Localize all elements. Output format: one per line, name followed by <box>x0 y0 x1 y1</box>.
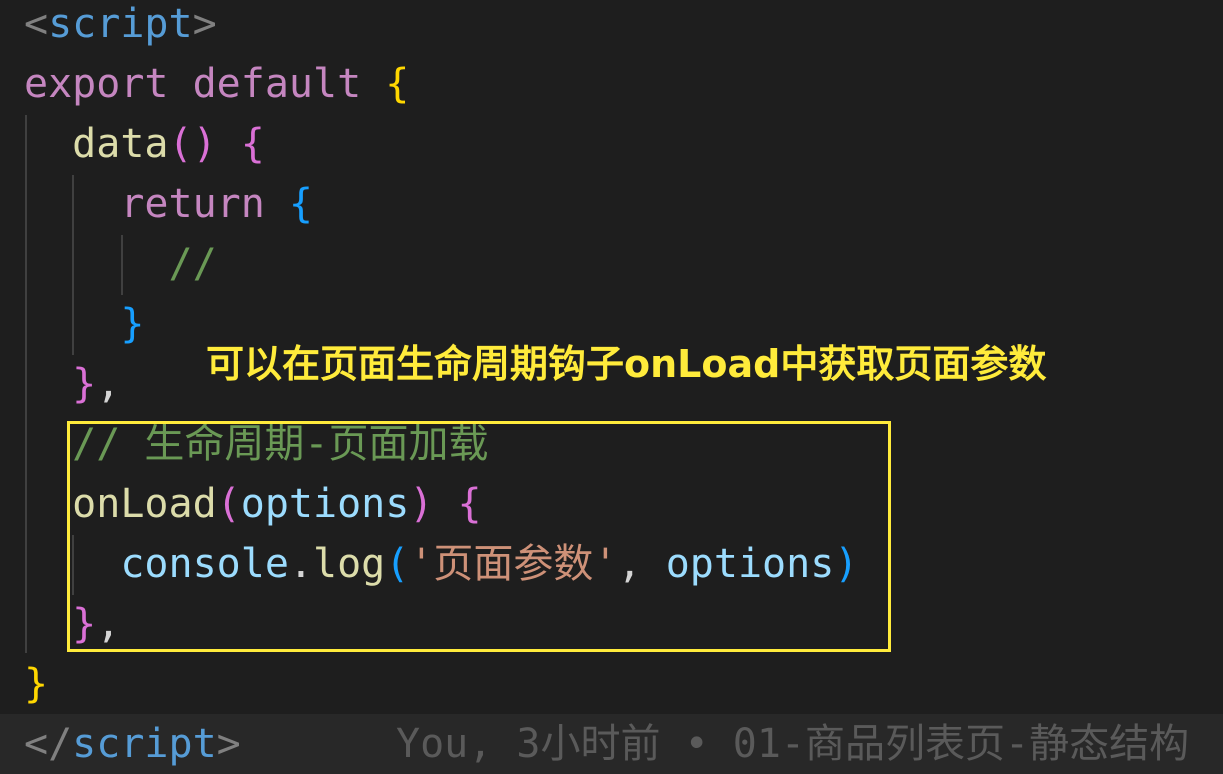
tag-bracket: < <box>24 1 49 47</box>
tag-name: script <box>72 721 217 767</box>
code-line[interactable]: <script> <box>24 0 217 54</box>
code-line-current[interactable]: </script> You, 3小时前 • 01-商品列表页-静态结构 <box>0 714 1223 774</box>
tag-bracket: > <box>192 1 217 47</box>
keyword: export <box>24 61 169 107</box>
tag-bracket: </ <box>24 721 73 767</box>
annotation-label: 可以在页面生命周期钩子onLoad中获取页面参数 <box>206 342 1047 386</box>
keyword: return <box>120 181 265 227</box>
highlight-box <box>67 421 891 652</box>
brace: } <box>24 661 49 707</box>
code-line[interactable]: } <box>24 294 144 354</box>
code-editor[interactable]: <script> export default { data() { retur… <box>0 0 1223 774</box>
brace: { <box>240 121 265 167</box>
tag-bracket: > <box>216 721 241 767</box>
brace: } <box>72 361 97 407</box>
comma: , <box>96 361 121 407</box>
brace: { <box>288 181 314 227</box>
code-line[interactable]: // <box>24 234 217 294</box>
code-line[interactable]: } <box>24 654 48 714</box>
keyword: default <box>192 61 362 107</box>
paren: () <box>168 121 217 167</box>
brace: { <box>385 61 410 107</box>
git-blame-annotation: You, 3小时前 • 01-商品列表页-静态结构 <box>396 721 1190 767</box>
function-name: data <box>72 121 169 167</box>
brace: } <box>120 301 145 347</box>
code-line[interactable]: export default { <box>24 54 409 114</box>
code-line[interactable]: }, <box>24 354 120 414</box>
comment: // <box>168 241 217 287</box>
code-line[interactable]: data() { <box>24 114 265 174</box>
code-line[interactable]: return { <box>24 174 313 234</box>
tag-name: script <box>48 1 193 47</box>
